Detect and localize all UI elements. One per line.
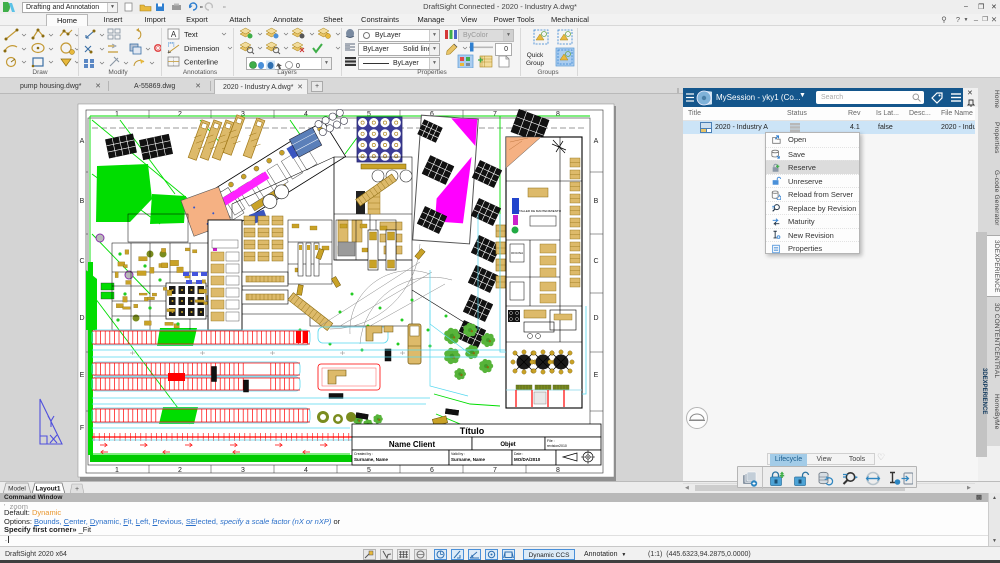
svg-text:+: + bbox=[75, 486, 79, 493]
svg-text:1: 1 bbox=[115, 467, 119, 474]
svg-text:2: 2 bbox=[178, 467, 182, 474]
svg-text:7: 7 bbox=[493, 111, 497, 118]
svg-text:E: E bbox=[594, 372, 599, 379]
svg-text:A: A bbox=[594, 138, 599, 145]
svg-text:Date :: Date : bbox=[514, 452, 523, 456]
svg-text:D: D bbox=[593, 315, 598, 322]
svg-text:Centerline: Centerline bbox=[184, 58, 218, 67]
svg-text:Objet: Objet bbox=[500, 442, 515, 448]
svg-text:Text: Text bbox=[184, 30, 199, 39]
svg-text:A: A bbox=[80, 138, 85, 145]
svg-text:Dimension: Dimension bbox=[184, 44, 219, 53]
svg-text:Model: Model bbox=[8, 486, 26, 493]
svg-text:File :: File : bbox=[547, 439, 555, 443]
svg-text:5: 5 bbox=[367, 467, 371, 474]
svg-text:Surname, Name: Surname, Name bbox=[354, 457, 389, 462]
svg-text:4: 4 bbox=[304, 467, 308, 474]
svg-text:Created by :: Created by : bbox=[354, 452, 373, 456]
svg-text:A: A bbox=[171, 30, 177, 39]
svg-text:8: 8 bbox=[556, 467, 560, 474]
svg-text:B: B bbox=[594, 198, 599, 205]
svg-text:6: 6 bbox=[430, 467, 434, 474]
svg-text:Name Client: Name Client bbox=[389, 440, 436, 449]
svg-text:D: D bbox=[79, 315, 84, 322]
svg-text:7: 7 bbox=[493, 467, 497, 474]
svg-text:|**|: |**| bbox=[168, 42, 175, 48]
svg-text:4: 4 bbox=[304, 111, 308, 118]
svg-text:C: C bbox=[593, 258, 598, 265]
svg-text:Valid by :: Valid by : bbox=[451, 452, 465, 456]
svg-text:OFICINA: OFICINA bbox=[511, 251, 523, 255]
svg-text:2: 2 bbox=[178, 111, 182, 118]
svg-text:MO/DA/2010: MO/DA/2010 bbox=[514, 457, 541, 462]
svg-text:Título: Título bbox=[460, 426, 485, 436]
svg-text:B: B bbox=[80, 198, 85, 205]
svg-text:8: 8 bbox=[556, 111, 560, 118]
svg-text:C: C bbox=[79, 258, 84, 265]
svg-text:3: 3 bbox=[241, 467, 245, 474]
svg-text:TALLER DE MANTENIMIENTO: TALLER DE MANTENIMIENTO bbox=[519, 209, 562, 213]
svg-text:Layout1: Layout1 bbox=[36, 486, 61, 493]
svg-text:Surname, Name: Surname, Name bbox=[451, 457, 486, 462]
svg-text:F: F bbox=[80, 425, 84, 432]
svg-text:1: 1 bbox=[115, 111, 119, 118]
svg-text:revision2010: revision2010 bbox=[547, 444, 567, 448]
svg-text:E: E bbox=[80, 372, 85, 379]
